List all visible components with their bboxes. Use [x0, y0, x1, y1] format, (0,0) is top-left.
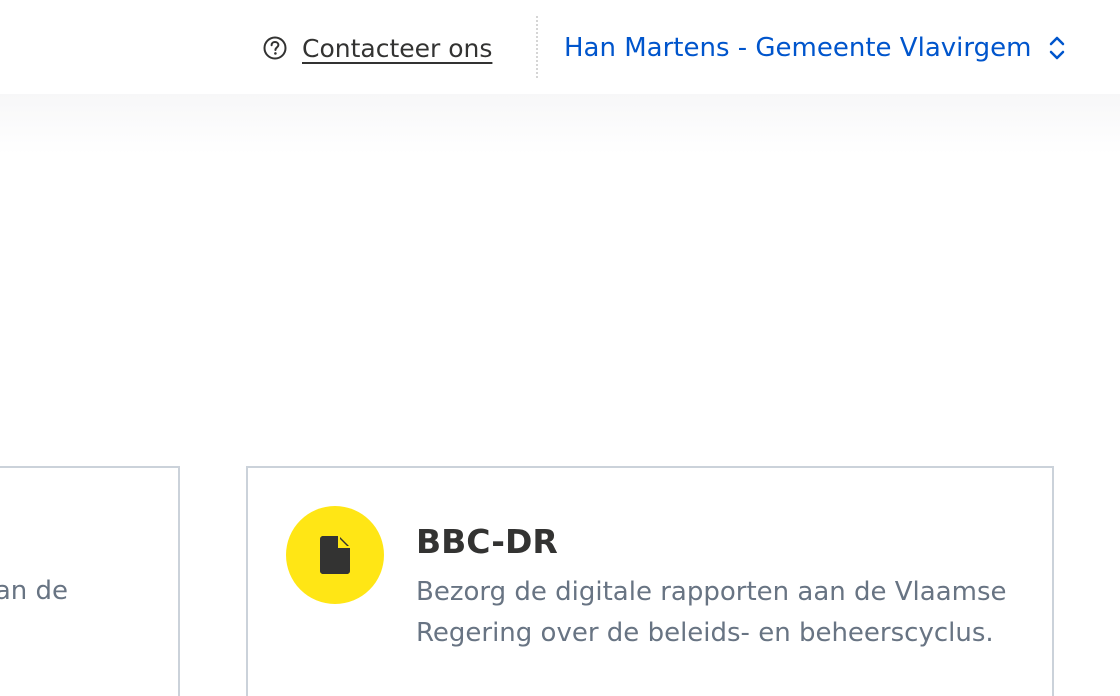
user-profile-switcher[interactable]: Han Martens - Gemeente Vlavirgem: [564, 30, 1067, 66]
application-card-bbc-dr[interactable]: BBC-DR Bezorg de digitale rapporten aan …: [246, 466, 1054, 696]
header-shadow: [0, 94, 1120, 154]
top-header: Contacteer ons Han Martens - Gemeente Vl…: [0, 0, 1120, 154]
card-title: BBC-DR: [416, 522, 558, 561]
contact-label: Contacteer ons: [302, 33, 493, 63]
card-icon-circle: [286, 506, 384, 604]
application-card[interactable]: an de: [0, 466, 180, 696]
header-divider: [536, 16, 538, 78]
document-icon: [320, 536, 350, 574]
chevron-up-down-icon: [1050, 36, 1065, 60]
contact-link[interactable]: Contacteer ons: [262, 30, 492, 66]
help-circle-icon: [263, 36, 287, 60]
user-profile-label: Han Martens - Gemeente Vlavirgem: [564, 33, 1032, 63]
card-description: Bezorg de digitale rapporten aan de Vlaa…: [416, 577, 1007, 648]
card-description: an de: [0, 576, 68, 606]
